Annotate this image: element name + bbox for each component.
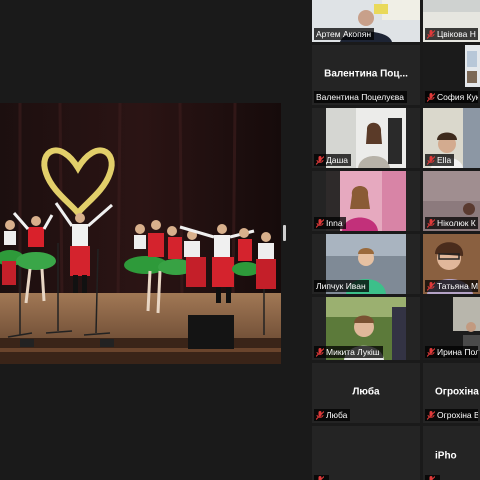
participant-display-name: Огрохіна xyxy=(435,386,479,398)
participant-tile[interactable]: Люба Люба xyxy=(312,363,420,423)
participant-name-label: Люба xyxy=(314,409,351,421)
shared-screen-padding xyxy=(0,364,281,480)
muted-mic-icon xyxy=(316,218,324,228)
participant-display-name: iPho xyxy=(435,450,457,462)
muted-mic-icon xyxy=(316,476,324,480)
participant-tile[interactable]: Липчук Иван xyxy=(312,234,420,294)
muted-mic-icon xyxy=(427,155,435,165)
participant-name-label: Артем Акопян xyxy=(314,28,375,40)
muted-mic-icon xyxy=(427,92,435,102)
participant-tile[interactable]: Ella xyxy=(423,108,480,168)
participant-tile[interactable]: Татьяна М xyxy=(423,234,480,294)
muted-mic-icon xyxy=(316,347,324,357)
participant-name-label xyxy=(425,475,440,480)
participant-tile[interactable]: София Кук xyxy=(423,45,480,105)
muted-mic-icon xyxy=(427,281,435,291)
muted-mic-icon xyxy=(427,218,435,228)
participant-name-label: Цвікова Н xyxy=(425,28,478,40)
participant-tile[interactable] xyxy=(312,426,420,480)
participant-display-name: Люба xyxy=(352,386,380,398)
participant-name-label: Ирина Пол xyxy=(425,346,478,358)
participant-tile[interactable]: Микита Лукіш xyxy=(312,297,420,360)
participant-tile[interactable]: Ирина Пол xyxy=(423,297,480,360)
participant-tile[interactable]: Даша xyxy=(312,108,420,168)
muted-mic-icon xyxy=(427,29,435,39)
participant-name-label: Микита Лукіш xyxy=(314,346,383,358)
participant-display-name: Валентина Поц... xyxy=(324,68,408,80)
participant-name-label xyxy=(314,475,329,480)
shared-screen[interactable] xyxy=(0,103,281,364)
participant-tile[interactable]: Огрохіна Огрохіна В xyxy=(423,363,480,423)
muted-mic-icon xyxy=(316,410,324,420)
participant-tile[interactable]: Inna xyxy=(312,171,420,231)
participant-tile[interactable]: Ніколюк К xyxy=(423,171,480,231)
participant-gallery: Артем Акопян Цвікова Н Валентина Поц... … xyxy=(312,0,480,480)
participant-tile[interactable]: Артем Акопян xyxy=(312,0,420,42)
muted-mic-icon xyxy=(427,410,435,420)
participant-tile[interactable]: Цвікова Н xyxy=(423,0,480,42)
muted-mic-icon xyxy=(427,476,435,480)
participant-name-label: Липчук Иван xyxy=(314,280,369,292)
splitter-handle[interactable] xyxy=(283,225,286,241)
participant-name-label: Огрохіна В xyxy=(425,409,478,421)
participant-tile[interactable]: Валентина Поц... Валентина Поцелуєва xyxy=(312,45,420,105)
participant-name-label: Валентина Поцелуєва xyxy=(314,91,407,103)
participant-tile[interactable]: iPho xyxy=(423,426,480,480)
muted-mic-icon xyxy=(316,155,324,165)
participant-name-label: София Кук xyxy=(425,91,478,103)
participant-name-label: Inna xyxy=(314,217,346,229)
participant-name-label: Даша xyxy=(314,154,352,166)
muted-mic-icon xyxy=(427,347,435,357)
participant-name-label: Татьяна М xyxy=(425,280,478,292)
participant-name-label: Ніколюк К xyxy=(425,217,478,229)
shared-video-frame xyxy=(0,103,281,364)
participant-name-label: Ella xyxy=(425,154,455,166)
